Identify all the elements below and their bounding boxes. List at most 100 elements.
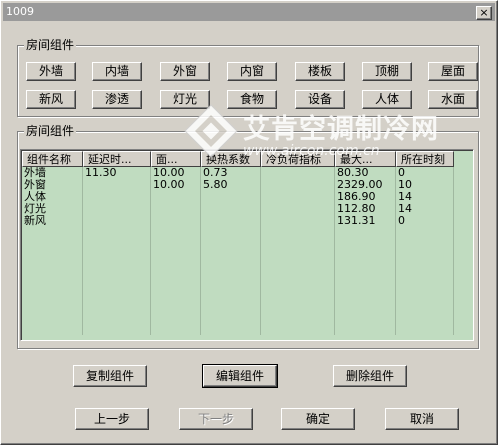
component-type-button[interactable]: 灯光	[160, 90, 210, 109]
table-row[interactable]	[22, 239, 454, 251]
table-cell[interactable]	[201, 191, 261, 203]
table-cell[interactable]: 5.80	[201, 179, 261, 191]
delete-component-button[interactable]: 删除组件	[333, 365, 407, 387]
table-row[interactable]: 外窗 10.00 5.80 2329.00 10	[22, 179, 454, 191]
table-cell[interactable]: 新风	[22, 215, 83, 227]
table-cell[interactable]	[261, 239, 335, 251]
table-cell[interactable]	[22, 275, 83, 287]
table-cell[interactable]	[261, 299, 335, 311]
column-header[interactable]: 所在时刻	[396, 151, 454, 167]
component-type-button[interactable]: 食物	[227, 90, 277, 109]
component-type-button[interactable]: 外墙	[26, 62, 76, 81]
table-cell[interactable]	[83, 311, 151, 323]
table-cell[interactable]	[22, 239, 83, 251]
table-cell[interactable]	[83, 275, 151, 287]
table-cell[interactable]: 186.90	[335, 191, 396, 203]
table-cell[interactable]	[201, 299, 261, 311]
table-cell[interactable]	[201, 215, 261, 227]
table-cell[interactable]	[261, 179, 335, 191]
table-cell[interactable]: 10.00	[151, 179, 201, 191]
table-cell[interactable]	[151, 275, 201, 287]
table-row[interactable]	[22, 311, 454, 323]
next-step-button[interactable]: 下一步	[179, 408, 253, 430]
component-type-button[interactable]: 楼板	[295, 62, 345, 81]
table-cell[interactable]: 0	[396, 215, 454, 227]
component-type-button[interactable]: 设备	[295, 90, 345, 109]
table-cell[interactable]: 灯光	[22, 203, 83, 215]
table-cell[interactable]	[396, 275, 454, 287]
table-cell[interactable]	[83, 227, 151, 239]
table-cell[interactable]	[83, 191, 151, 203]
table-cell[interactable]	[335, 239, 396, 251]
table-cell[interactable]	[396, 227, 454, 239]
table-cell[interactable]	[261, 311, 335, 323]
table-cell[interactable]	[261, 215, 335, 227]
component-type-button[interactable]: 屋面	[428, 62, 478, 81]
table-cell[interactable]	[22, 263, 83, 275]
component-type-button[interactable]: 水面	[428, 90, 478, 109]
table-cell[interactable]: 10.00	[151, 167, 201, 179]
component-type-button[interactable]: 新风	[26, 90, 76, 109]
table-row[interactable]: 新风 131.31 0	[22, 215, 454, 227]
table-cell[interactable]	[151, 227, 201, 239]
table-cell[interactable]	[22, 311, 83, 323]
component-type-button[interactable]: 内墙	[92, 62, 142, 81]
component-type-button[interactable]: 顶棚	[362, 62, 412, 81]
table-cell[interactable]	[22, 251, 83, 263]
table-cell[interactable]	[261, 227, 335, 239]
table-cell[interactable]	[151, 299, 201, 311]
table-cell[interactable]	[83, 299, 151, 311]
table-cell[interactable]: 14	[396, 203, 454, 215]
table-cell[interactable]	[261, 263, 335, 275]
table-cell[interactable]: 10	[396, 179, 454, 191]
table-cell[interactable]	[151, 203, 201, 215]
table-cell[interactable]	[396, 263, 454, 275]
table-cell[interactable]	[335, 311, 396, 323]
table-cell[interactable]	[201, 323, 261, 335]
table-cell[interactable]: 外窗	[22, 179, 83, 191]
table-cell[interactable]	[83, 239, 151, 251]
table-cell[interactable]	[396, 311, 454, 323]
column-header[interactable]: 面...	[151, 151, 201, 167]
table-row[interactable]	[22, 299, 454, 311]
table-cell[interactable]	[201, 203, 261, 215]
table-cell[interactable]	[261, 287, 335, 299]
ok-button[interactable]: 确定	[281, 408, 355, 430]
table-cell[interactable]: 外墙	[22, 167, 83, 179]
table-cell[interactable]	[335, 287, 396, 299]
table-cell[interactable]	[83, 287, 151, 299]
table-cell[interactable]: 人体	[22, 191, 83, 203]
table-cell[interactable]: 112.80	[335, 203, 396, 215]
table-row[interactable]	[22, 275, 454, 287]
table-cell[interactable]	[151, 215, 201, 227]
table-cell[interactable]	[83, 203, 151, 215]
component-type-button[interactable]: 人体	[362, 90, 412, 109]
table-row[interactable]: 外墙 11.30 10.00 0.73 80.30 0	[22, 167, 454, 179]
table-cell[interactable]	[22, 323, 83, 335]
table-cell[interactable]	[83, 251, 151, 263]
table-row[interactable]	[22, 323, 454, 335]
table-cell[interactable]	[201, 275, 261, 287]
table-cell[interactable]	[261, 167, 335, 179]
title-bar[interactable]: 1009 ×	[3, 3, 495, 21]
table-cell[interactable]	[83, 263, 151, 275]
table-cell[interactable]	[261, 203, 335, 215]
column-header[interactable]: 最大...	[335, 151, 396, 167]
table-cell[interactable]	[201, 227, 261, 239]
table-cell[interactable]	[151, 323, 201, 335]
table-cell[interactable]	[335, 227, 396, 239]
component-type-button[interactable]: 内窗	[227, 62, 277, 81]
table-cell[interactable]	[261, 323, 335, 335]
table-row[interactable]: 灯光 112.80 14	[22, 203, 454, 215]
table-cell[interactable]	[201, 251, 261, 263]
table-cell[interactable]	[335, 263, 396, 275]
cancel-button[interactable]: 取消	[385, 408, 459, 430]
prev-step-button[interactable]: 上一步	[75, 408, 149, 430]
table-cell[interactable]	[83, 179, 151, 191]
column-header[interactable]: 冷负荷指标	[261, 151, 335, 167]
table-cell[interactable]	[201, 239, 261, 251]
table-cell[interactable]	[261, 191, 335, 203]
table-cell[interactable]	[83, 323, 151, 335]
table-cell[interactable]	[151, 251, 201, 263]
table-cell[interactable]: 14	[396, 191, 454, 203]
